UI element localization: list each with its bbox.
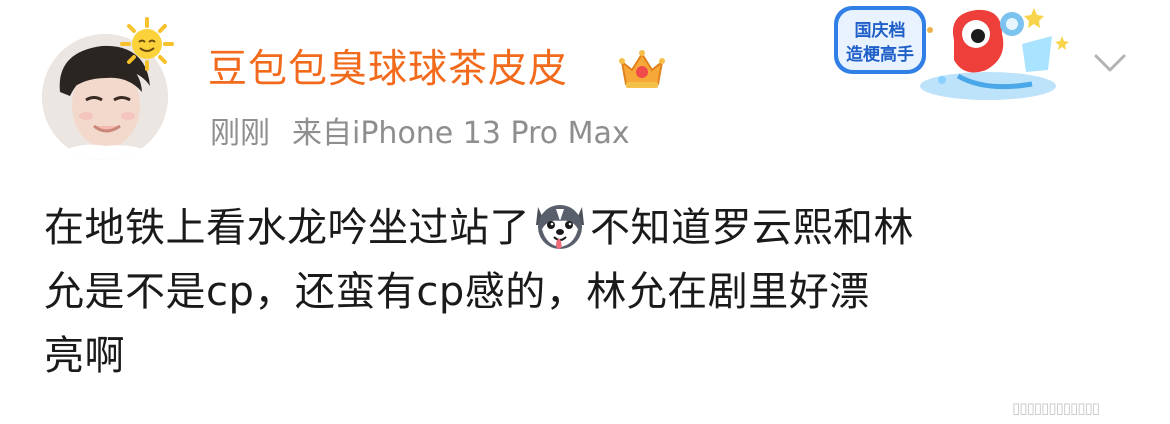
- content-line-3: 亮啊: [44, 333, 125, 379]
- husky-emoji-icon: [532, 199, 588, 251]
- post-content: 在地铁上看水龙吟坐过站了 不知道罗云熙和林 允是不是cp，还蛮有cp感的，林允在…: [44, 196, 1124, 388]
- post-source[interactable]: 来自iPhone 13 Pro Max: [292, 116, 630, 151]
- content-text-1a: 在地铁上看水龙吟坐过站了: [44, 205, 530, 251]
- decor-text-2: 造梗高手: [846, 44, 914, 65]
- holiday-decoration: 国庆档 造梗高手: [826, 0, 1078, 104]
- chevron-down-icon[interactable]: [1092, 50, 1128, 76]
- crown-icon[interactable]: [616, 46, 668, 92]
- post-time: 刚刚: [210, 116, 270, 151]
- content-line-1: 在地铁上看水龙吟坐过站了 不知道罗云熙和林: [44, 196, 1124, 260]
- content-text-1b: 不知道罗云熙和林: [590, 205, 914, 251]
- watermark: ▯▯▯▯▯▯▯▯▯▯▯▯: [1012, 399, 1100, 417]
- username[interactable]: 豆包包臭球球茶皮皮: [208, 44, 568, 96]
- sun-icon: [118, 16, 176, 72]
- content-line-2: 允是不是cp，还蛮有cp感的，林允在剧里好漂: [44, 269, 870, 315]
- weibo-post: 豆包包臭球球茶皮皮 刚刚 来自iPhone 13 Pro Max 国庆档 造梗高手: [0, 0, 1170, 424]
- post-meta: 刚刚 来自iPhone 13 Pro Max: [210, 112, 630, 156]
- decor-text-1: 国庆档: [855, 20, 906, 41]
